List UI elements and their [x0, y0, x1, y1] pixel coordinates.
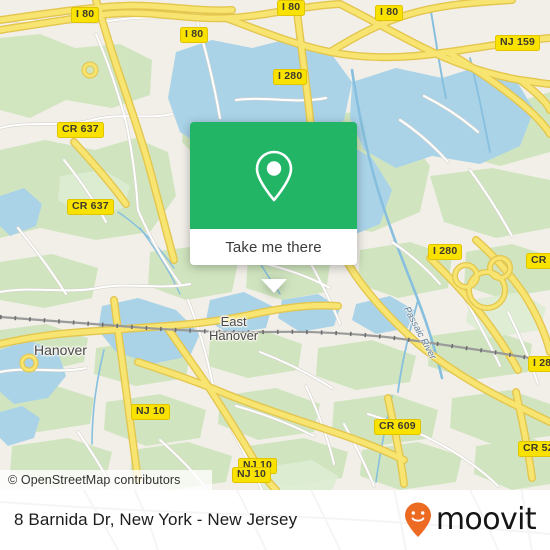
road-shield: I 80: [180, 27, 209, 43]
road-shield: CR: [526, 253, 550, 269]
road-shield: I 280: [273, 69, 308, 85]
road-shield: I 28: [528, 356, 550, 372]
footer-content: 8 Barnida Dr, New York - New Jersey moov…: [0, 490, 550, 550]
road-shield: CR 609: [374, 419, 421, 435]
place-label: Hanover: [34, 342, 87, 358]
osm-attribution[interactable]: © OpenStreetMap contributors: [0, 470, 212, 490]
popup-icon-area: [190, 122, 357, 229]
road-shield: CR 637: [57, 122, 104, 138]
road-shield: CR 637: [67, 199, 114, 215]
road-shield: I 80: [277, 0, 306, 16]
road-shield: NJ 159: [495, 35, 541, 51]
moovit-logo[interactable]: moovit: [403, 501, 537, 539]
road-shield: I 80: [71, 7, 100, 23]
place-label: East Hanover: [209, 314, 259, 344]
moovit-map-screenshot: I 80 I 80 I 80 I 80 NJ 159 I 280 CR 637 CR 637 I…: [0, 0, 550, 550]
road-shield: I 80: [375, 5, 404, 21]
footer-bar: 8 Barnida Dr, New York - New Jersey moov…: [0, 490, 550, 550]
popup-pointer-tail: [261, 279, 287, 293]
address-title: 8 Barnida Dr, New York - New Jersey: [14, 510, 298, 529]
road-shield: I 280: [428, 244, 463, 260]
moovit-wordmark: moovit: [435, 502, 537, 537]
take-me-there-button[interactable]: Take me there: [190, 229, 357, 265]
destination-popup-card[interactable]: Take me there: [190, 122, 357, 293]
road-shield: NJ 10: [232, 467, 272, 483]
take-me-there-label: Take me there: [225, 238, 322, 256]
moovit-smiley-pin-icon: [404, 502, 431, 537]
road-shield: CR 527: [518, 441, 550, 457]
osm-attribution-text: © OpenStreetMap contributors: [8, 473, 181, 487]
map-pin-icon: [255, 150, 292, 201]
road-shield: NJ 10: [131, 404, 171, 420]
